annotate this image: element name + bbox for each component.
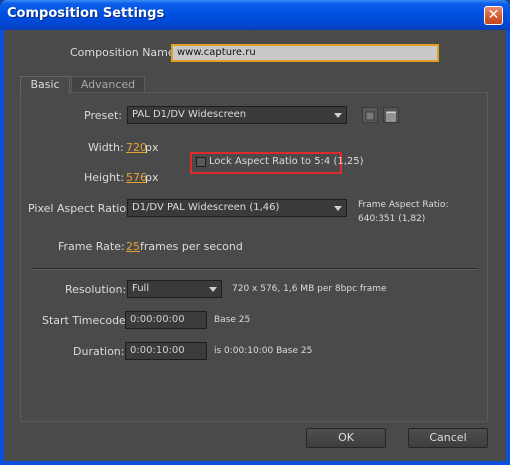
resolution-info: 720 x 576, 1,6 MB per 8bpc frame <box>232 284 387 294</box>
chevron-down-icon <box>334 206 342 211</box>
start-timecode-base: Base 25 <box>214 315 251 325</box>
frame-rate-value[interactable]: 25 <box>126 240 140 253</box>
close-button[interactable]: ✕ <box>484 6 503 25</box>
pixel-aspect-label: Pixel Aspect Ratio: <box>28 202 130 215</box>
save-preset-icon[interactable] <box>362 107 378 123</box>
frame-aspect-value: 640:351 (1,82) <box>358 214 426 224</box>
composition-name-label: Composition Name: <box>70 46 179 59</box>
frame-rate-label: Frame Rate: <box>58 240 125 253</box>
frame-aspect-label: Frame Aspect Ratio: <box>358 200 449 210</box>
duration-info: is 0:00:10:00 Base 25 <box>214 346 313 356</box>
preset-label: Preset: <box>84 109 123 122</box>
resolution-value: Full <box>132 283 150 294</box>
close-icon: ✕ <box>487 7 500 23</box>
ok-button[interactable]: OK <box>306 428 386 448</box>
height-unit: px <box>145 171 159 184</box>
chevron-down-icon <box>334 113 342 118</box>
height-value[interactable]: 576 <box>126 171 147 184</box>
dialog-body: Composition Name: www.capture.ru Basic A… <box>4 30 506 461</box>
height-label: Height: <box>84 171 125 184</box>
resolution-label: Resolution: <box>65 283 127 296</box>
preset-value: PAL D1/DV Widescreen <box>132 109 247 120</box>
tab-basic[interactable]: Basic <box>20 76 70 93</box>
title-bar[interactable]: Composition Settings ✕ <box>0 0 510 30</box>
divider <box>32 268 478 270</box>
width-label: Width: <box>88 141 124 154</box>
duration-label: Duration: <box>73 345 125 358</box>
dialog-window: Composition Settings ✕ Composition Name:… <box>0 0 510 465</box>
start-timecode-label: Start Timecode: <box>42 314 130 327</box>
resolution-dropdown[interactable]: Full <box>127 280 222 298</box>
preset-dropdown[interactable]: PAL D1/DV Widescreen <box>127 106 347 124</box>
width-unit: px <box>145 141 159 154</box>
composition-name-input[interactable]: www.capture.ru <box>171 44 439 62</box>
duration-input[interactable]: 0:00:10:00 <box>125 342 207 360</box>
chevron-down-icon <box>209 287 217 292</box>
pixel-aspect-dropdown[interactable]: D1/DV PAL Widescreen (1,46) <box>127 199 347 217</box>
window-title: Composition Settings <box>7 6 165 21</box>
tab-advanced[interactable]: Advanced <box>71 76 145 93</box>
width-value[interactable]: 720 <box>126 141 147 154</box>
lock-aspect-checkbox[interactable] <box>196 157 206 167</box>
trash-icon[interactable] <box>383 107 399 123</box>
pixel-aspect-value: D1/DV PAL Widescreen (1,46) <box>132 202 280 213</box>
lock-aspect-label[interactable]: Lock Aspect Ratio to 5:4 (1,25) <box>209 156 364 167</box>
cancel-button[interactable]: Cancel <box>408 428 488 448</box>
start-timecode-input[interactable]: 0:00:00:00 <box>125 311 207 329</box>
frame-rate-unit: frames per second <box>140 240 243 253</box>
